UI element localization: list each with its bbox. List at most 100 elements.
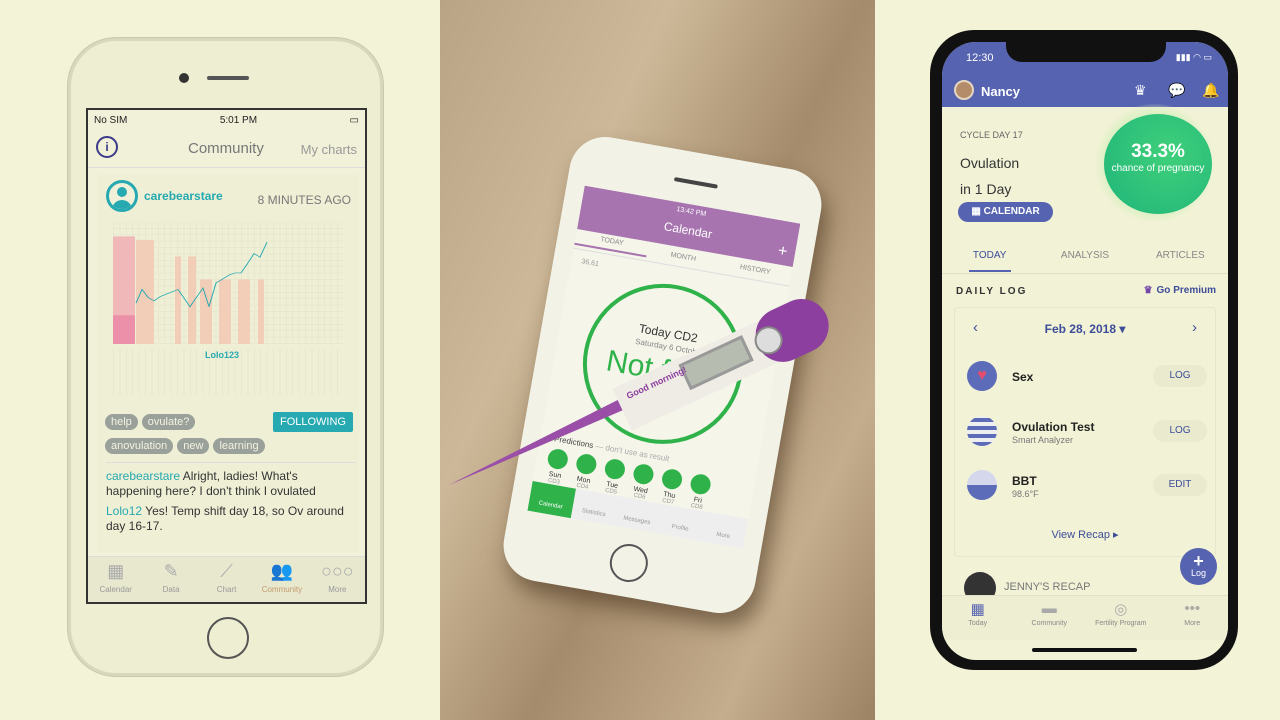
- tab-chart[interactable]: ⟋ Chart: [199, 557, 254, 602]
- tab-calendar[interactable]: ▦ Calendar: [88, 557, 143, 602]
- camera: [179, 73, 189, 83]
- prediction-day[interactable]: Tue CD5: [600, 457, 628, 496]
- date-selector[interactable]: Feb 28, 2018 ▾: [955, 322, 1215, 336]
- tag[interactable]: new: [177, 438, 210, 454]
- item-subtitle: Smart Analyzer: [1012, 435, 1074, 445]
- chevron-right-icon[interactable]: ›: [1192, 319, 1197, 336]
- battery-icon: ▭: [349, 114, 359, 126]
- avatar[interactable]: [954, 80, 974, 100]
- time: 12:30: [966, 52, 994, 64]
- post-card: carebearstare 8 MINUTES AGO Lolo123 help…: [97, 174, 359, 552]
- home-button[interactable]: [606, 541, 651, 586]
- log-item-ovulation-test: Ovulation Test Smart Analyzer LOG: [967, 416, 1207, 452]
- daily-log-card: ‹ Feb 28, 2018 ▾ › ♥ Sex LOG Ovulation T…: [954, 307, 1216, 557]
- home-button[interactable]: [207, 617, 249, 659]
- chart-bar: [238, 279, 250, 344]
- comment: Lolo12 Yes! Temp shift day 18, so Ov aro…: [106, 504, 356, 534]
- comment-text: Yes! Temp shift day 18, so Ov around day…: [106, 504, 344, 533]
- prediction-day[interactable]: Wed CD6: [628, 462, 656, 501]
- log-button[interactable]: LOG: [1153, 420, 1207, 442]
- go-premium-link[interactable]: ♛ Go Premium: [1144, 285, 1216, 296]
- plus-icon: +: [1193, 551, 1204, 571]
- page-title: Community: [188, 140, 264, 157]
- chart-bar: [219, 279, 231, 344]
- edit-button[interactable]: EDIT: [1153, 474, 1207, 496]
- user-name[interactable]: Nancy: [981, 84, 1020, 99]
- tab-articles[interactable]: ARTICLES: [1133, 250, 1228, 273]
- tab-more[interactable]: ○○○ More: [310, 557, 365, 602]
- prediction-day[interactable]: Fri CD8: [685, 472, 713, 512]
- info-icon[interactable]: i: [96, 136, 118, 158]
- log-item-bbt: BBT 98.6°F EDIT: [967, 470, 1207, 506]
- tab-profile[interactable]: Profile: [657, 504, 705, 541]
- log-item-sex: ♥ Sex LOG: [967, 361, 1207, 397]
- tag[interactable]: help: [105, 414, 138, 430]
- ovulation-test-icon: [967, 416, 997, 446]
- chance-label: chance of pregnancy: [1111, 163, 1205, 174]
- calendar-icon: ▦: [971, 206, 984, 217]
- prediction-day[interactable]: Thu CD7: [657, 467, 685, 506]
- tab-bar: ▦ Today ▬ Community ◎ Fertility Program •••…: [942, 595, 1228, 640]
- tag[interactable]: anovulation: [105, 438, 174, 454]
- comment-user[interactable]: Lolo12: [106, 504, 142, 518]
- add-icon[interactable]: +: [776, 242, 789, 261]
- thermometer-icon: [967, 470, 997, 500]
- tab-today[interactable]: ▦ Today: [942, 596, 1014, 640]
- calendar-icon: ▦: [970, 601, 985, 618]
- more-icon: •••: [1184, 600, 1201, 617]
- chat-icon[interactable]: 💬: [1168, 82, 1185, 99]
- tab-label: Community: [261, 585, 303, 594]
- comment: carebearstare Alright, ladies! What's ha…: [106, 469, 356, 499]
- ovulation-forecast: Ovulation in 1 Day: [960, 155, 1020, 197]
- notch: [1006, 42, 1166, 62]
- log-button[interactable]: LOG: [1153, 365, 1207, 387]
- heart-icon: ♥: [967, 361, 997, 391]
- tab-statistics[interactable]: Statistics: [571, 489, 619, 526]
- fertility-chart[interactable]: [113, 222, 343, 344]
- post-username[interactable]: carebearstare: [144, 189, 223, 203]
- pregnancy-chance-circle: 33.3% chance of pregnancy: [1104, 114, 1212, 214]
- home-indicator[interactable]: [1032, 648, 1137, 652]
- header: i Community My charts: [88, 130, 365, 168]
- crown-icon: ♛: [1143, 285, 1153, 296]
- tab-fertility-program[interactable]: ◎ Fertility Program: [1085, 596, 1157, 640]
- following-button[interactable]: FOLLOWING: [272, 412, 353, 432]
- tab-indicator: [969, 270, 1011, 272]
- my-charts-link[interactable]: My charts: [301, 142, 357, 157]
- speaker: [673, 177, 718, 189]
- tab-bar: ▦ Calendar ✎ Data ⟋ Chart 👥 Community ○○○ Mor…: [88, 556, 365, 602]
- status-bar: No SIM 5:01 PM ▭: [88, 110, 365, 130]
- tab-data[interactable]: ✎ Data: [143, 557, 198, 602]
- calendar-button[interactable]: ▦ CALENDAR: [958, 202, 1053, 222]
- log-fab-button[interactable]: + Log: [1180, 548, 1217, 585]
- item-title: Ovulation Test: [1012, 420, 1095, 434]
- comment-list: carebearstare Alright, ladies! What's ha…: [106, 462, 356, 539]
- tab-more[interactable]: More: [700, 511, 748, 548]
- jenny-recap[interactable]: JENNY'S RECAP: [1004, 581, 1090, 593]
- bell-icon[interactable]: 🔔: [1202, 82, 1219, 99]
- chance-percent: 33.3%: [1131, 141, 1185, 162]
- speaker: [207, 76, 249, 80]
- tab-messages[interactable]: Messages: [614, 496, 662, 533]
- item-subtitle: 98.6°F: [1012, 489, 1039, 499]
- chart-icon: ⟋: [220, 561, 233, 581]
- carrier: No SIM: [94, 114, 128, 126]
- crown-icon[interactable]: ♛: [1134, 82, 1147, 99]
- right-screen: 12:30 ▮▮▮ ◠ ▭ Nancy ♛ 💬 🔔 CYCLE DAY 17 O…: [942, 42, 1228, 660]
- tab-analysis[interactable]: ANALYSIS: [1037, 250, 1132, 273]
- tab-more[interactable]: ••• More: [1157, 596, 1229, 640]
- comment-user[interactable]: carebearstare: [106, 469, 180, 483]
- tab-community[interactable]: 👥 Community: [254, 557, 309, 602]
- view-recap-link[interactable]: View Recap ▸: [955, 528, 1215, 541]
- caret-down-icon: ▾: [1119, 322, 1126, 336]
- item-title: BBT: [1012, 474, 1037, 488]
- post-time: 8 MINUTES AGO: [257, 193, 351, 207]
- tag[interactable]: learning: [213, 438, 265, 454]
- middle-photo: 13:42 PM Calendar + TODAY MONTH HISTORY …: [440, 0, 875, 720]
- daily-log-heading: DAILY LOG: [956, 286, 1028, 297]
- tab-label: More: [328, 585, 347, 594]
- tab-community[interactable]: ▬ Community: [1014, 596, 1086, 640]
- avatar[interactable]: [106, 180, 138, 212]
- tag[interactable]: ovulate?: [141, 414, 196, 430]
- time: 5:01 PM: [219, 114, 258, 126]
